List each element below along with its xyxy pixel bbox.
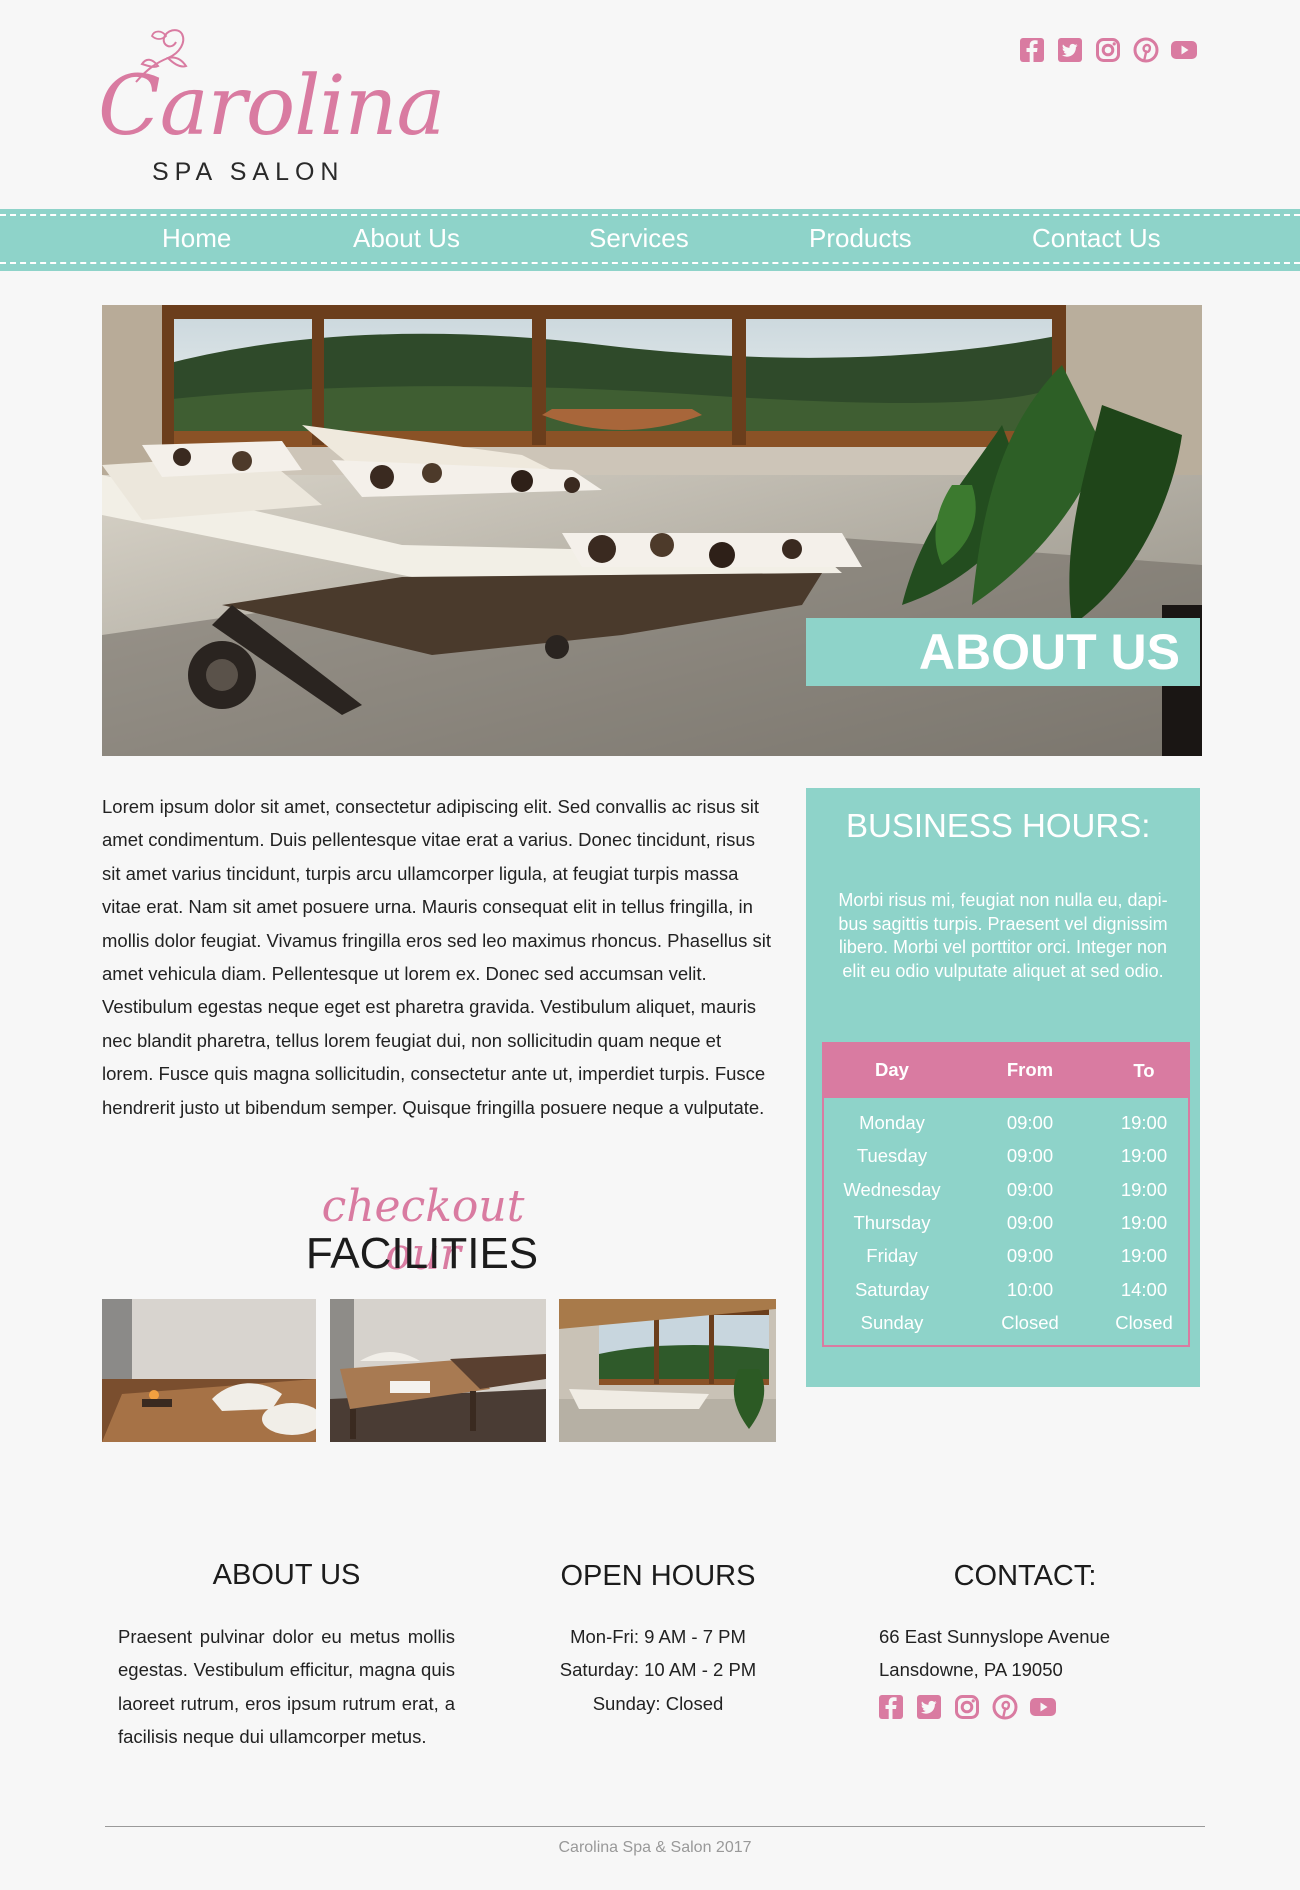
address-line: Lansdowne, PA 19050 xyxy=(879,1659,1063,1681)
facility-thumbnail[interactable] xyxy=(330,1299,546,1442)
hours-to-cell: Closed xyxy=(1115,1311,1173,1333)
footer-about-text: Praesent pulvinar dolor eu metus mollis … xyxy=(118,1626,455,1748)
nav-item-contact-us[interactable]: Contact Us xyxy=(1032,223,1161,254)
footer-divider xyxy=(105,1826,1205,1827)
hours-day-cell: Saturday xyxy=(854,1278,930,1300)
brand-script-name: Carolina xyxy=(98,59,445,154)
footer-social-links xyxy=(877,1693,1057,1721)
hours-to-cell: 19:00 xyxy=(1120,1112,1168,1133)
facility-thumbnail[interactable] xyxy=(559,1299,776,1442)
nav-item-products[interactable]: Products xyxy=(809,223,912,254)
hours-to-cell: 19:00 xyxy=(1120,1211,1168,1233)
hours-from-cell: 09:00 xyxy=(1006,1211,1054,1233)
hours-from-cell: 09:00 xyxy=(1006,1145,1054,1167)
nav-top-dashed-border xyxy=(0,214,1300,216)
copyright-text: Carolina Spa & Salon 2017 xyxy=(558,1839,752,1856)
nav-item-home[interactable]: Home xyxy=(162,223,231,254)
hours-from-cell: 09:00 xyxy=(1006,1245,1054,1267)
twitter-icon[interactable] xyxy=(915,1693,943,1721)
treatment-beds-photo xyxy=(330,1299,546,1442)
hours-to-cell: 14:00 xyxy=(1120,1278,1168,1300)
hours-day-cell: Monday xyxy=(859,1112,925,1133)
nav-item-services[interactable]: Services xyxy=(589,223,689,254)
hours-from-cell: Closed xyxy=(1001,1311,1059,1333)
pinterest-icon[interactable] xyxy=(1132,36,1160,64)
hours-day-cell: Sunday xyxy=(860,1311,924,1333)
footer-hours-line: Mon-Fri: 9 AM - 7 PM xyxy=(570,1626,746,1647)
hours-from-cell: 09:00 xyxy=(1006,1112,1054,1133)
hours-day-cell: Thursday xyxy=(853,1211,931,1233)
hours-table: Day From To Monday 09:00 19:00 Tuesday 09:00… xyxy=(822,1042,1190,1347)
facilities-heading: FACILITIES xyxy=(305,1229,539,1278)
instagram-icon[interactable] xyxy=(953,1693,981,1721)
hours-day-cell: Wednesday xyxy=(843,1178,941,1200)
column-header-day: Day xyxy=(875,1059,909,1080)
spa-lounge-photo xyxy=(102,305,1202,756)
pinterest-icon[interactable] xyxy=(991,1693,1019,1721)
hero-about-us-label: ABOUT US xyxy=(806,618,1200,686)
footer-hours-line: Saturday: 10 AM - 2 PM xyxy=(559,1659,757,1681)
business-hours-title: BUSINESS HOURS: xyxy=(846,807,1151,844)
footer-contact-title: CONTACT: xyxy=(953,1560,1097,1592)
column-header-from: From xyxy=(1006,1059,1054,1080)
brand-sub-name: SPA SALON xyxy=(152,158,345,186)
footer-about-title: ABOUT US xyxy=(212,1559,361,1591)
facebook-icon[interactable] xyxy=(1018,36,1046,64)
twitter-icon[interactable] xyxy=(1056,36,1084,64)
nav-item-about-us[interactable]: About Us xyxy=(353,223,460,254)
hours-from-cell: 10:00 xyxy=(1006,1278,1054,1300)
logo[interactable]: Carolina SPA SALON xyxy=(0,0,445,200)
header-social-links xyxy=(1018,36,1198,64)
hours-day-cell: Friday xyxy=(866,1245,918,1267)
column-header-to: To xyxy=(1133,1060,1155,1081)
hours-to-cell: 19:00 xyxy=(1120,1145,1168,1167)
massage-room-photo xyxy=(102,1299,316,1442)
hours-to-cell: 19:00 xyxy=(1120,1245,1168,1267)
lounge-windows-photo xyxy=(559,1299,776,1442)
youtube-icon[interactable] xyxy=(1029,1693,1057,1721)
main-nav: Home About Us Services Products Contact … xyxy=(0,209,1300,271)
footer-hours-line: Sunday: Closed xyxy=(592,1692,724,1714)
nav-bottom-dashed-border xyxy=(0,262,1300,264)
footer-open-hours-title: OPEN HOURS xyxy=(560,1560,756,1592)
business-hours-description: Morbi risus mi, feugiat non nulla eu, da… xyxy=(838,890,1168,981)
hours-from-cell: 09:00 xyxy=(1006,1178,1054,1200)
address-line: 66 East Sunnyslope Avenue xyxy=(879,1626,1111,1647)
footer-open-hours-list: Mon-Fri: 9 AM - 7 PM Saturday: 10 AM - 2… xyxy=(530,1620,786,1720)
about-body-text: Lorem ipsum dolor sit amet, consectetur … xyxy=(102,796,772,1118)
instagram-icon[interactable] xyxy=(1094,36,1122,64)
hero-image xyxy=(102,305,1202,756)
hours-day-cell: Tuesday xyxy=(856,1145,928,1167)
facility-thumbnail[interactable] xyxy=(102,1299,316,1442)
hours-table-header: Day From To xyxy=(824,1044,1188,1098)
hours-to-cell: 19:00 xyxy=(1120,1178,1168,1200)
youtube-icon[interactable] xyxy=(1170,36,1198,64)
facebook-icon[interactable] xyxy=(877,1693,905,1721)
footer-contact-address: 66 East Sunnyslope Avenue Lansdowne, PA … xyxy=(879,1620,1179,1687)
